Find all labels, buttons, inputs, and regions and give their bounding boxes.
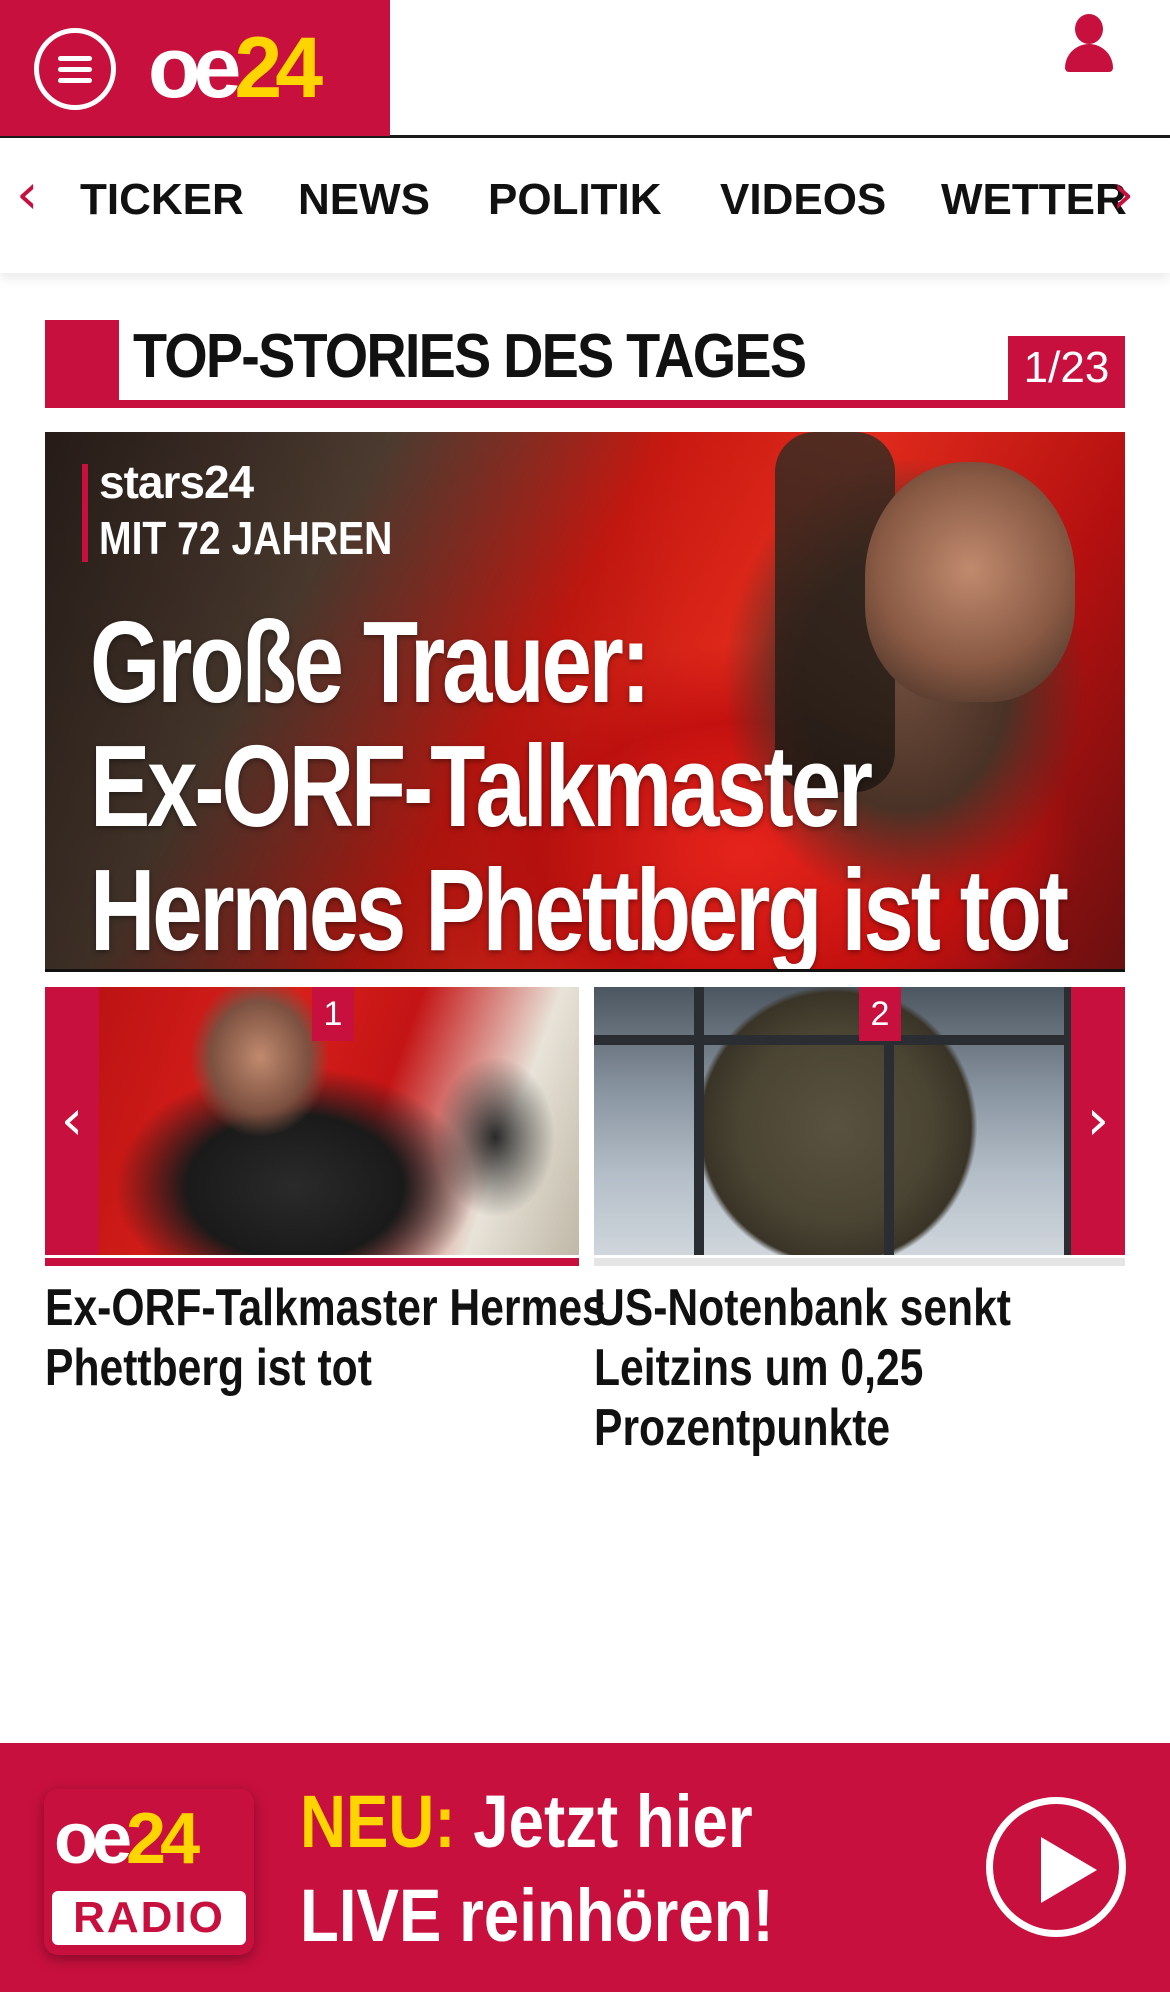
play-icon[interactable]	[986, 1797, 1126, 1937]
radio-logo-oe: oe	[54, 1799, 132, 1879]
oe24-radio-logo: oe24 RADIO	[44, 1789, 254, 1955]
inactive-story-indicator	[594, 1258, 1125, 1266]
hero-headline: Große Trauer: Ex-ORF-Talkmaster Hermes P…	[90, 597, 1069, 972]
brand-block: oe24	[0, 0, 390, 136]
nav-item-news[interactable]: NEWS	[298, 175, 430, 225]
carousel-prev-icon[interactable]: ‹	[45, 987, 99, 1255]
carousel-next-icon[interactable]: ›	[1071, 987, 1125, 1255]
hamburger-menu-icon[interactable]	[34, 28, 116, 110]
story-number-badge: 2	[859, 987, 901, 1041]
radio-logo-label: RADIO	[52, 1891, 246, 1945]
story-number-badge: 1	[312, 987, 354, 1041]
caption-line: Ex-ORF-Talkmaster Hermes	[45, 1279, 606, 1337]
hero-story[interactable]: stars24 MIT 72 JAHREN Große Trauer: Ex-O…	[45, 432, 1125, 972]
hero-headline-line: Ex-ORF-Talkmaster	[90, 721, 873, 851]
active-story-indicator	[45, 1258, 579, 1266]
hero-headline-line: Große Trauer:	[90, 597, 651, 727]
section-underline	[45, 400, 1125, 408]
story-carousel: ‹ › 1 2	[45, 987, 1125, 1267]
radio-new-label: NEU:	[300, 1780, 456, 1863]
hero-headline-line: Hermes Phettberg ist tot	[90, 845, 1069, 972]
hero-kicker: MIT 72 JAHREN	[99, 512, 393, 564]
kicker-accent	[82, 464, 88, 562]
nav-item-ticker[interactable]: TICKER	[80, 175, 244, 225]
category-nav: ‹ TICKER NEWS POLITIK VIDEOS WETTER ›	[0, 139, 1170, 273]
nav-item-wetter[interactable]: WETTER	[941, 175, 1127, 225]
section-heading: TOP-STORIES DES TAGES 1/23	[45, 320, 1125, 408]
hero-image-person	[865, 462, 1075, 702]
story-caption-1[interactable]: Ex-ORF-Talkmaster Hermes Phettberg ist t…	[45, 1278, 606, 1398]
caption-line: US-Notenbank senkt	[594, 1279, 1011, 1337]
site-header: oe24	[0, 0, 1170, 138]
story-caption-2[interactable]: US-Notenbank senkt Leitzins um 0,25 Proz…	[594, 1278, 1011, 1458]
section-title: TOP-STORIES DES TAGES	[133, 322, 807, 391]
radio-promo-text: NEU: Jetzt hier LIVE reinhören!	[300, 1775, 774, 1963]
caption-line: Leitzins um 0,25	[594, 1339, 924, 1397]
radio-line1: Jetzt hier	[455, 1780, 753, 1863]
nav-item-politik[interactable]: POLITIK	[488, 175, 662, 225]
radio-banner[interactable]: oe24 RADIO NEU: Jetzt hier LIVE reinhöre…	[0, 1743, 1170, 1992]
caption-line: Phettberg ist tot	[45, 1339, 372, 1397]
nav-next-icon[interactable]: ›	[1112, 165, 1134, 225]
radio-line2: LIVE reinhören!	[300, 1874, 774, 1957]
radio-logo-24: 24	[126, 1799, 200, 1879]
nav-prev-icon[interactable]: ‹	[16, 165, 38, 225]
oe24-logo[interactable]: oe24	[148, 18, 323, 118]
section-accent	[45, 320, 119, 408]
logo-24-text: 24	[234, 20, 323, 116]
caption-line: Prozentpunkte	[594, 1399, 891, 1457]
nav-item-videos[interactable]: VIDEOS	[720, 175, 886, 225]
hero-brand: stars24	[99, 456, 254, 508]
user-icon[interactable]	[1062, 14, 1116, 74]
logo-oe-text: oe	[148, 20, 241, 116]
story-counter: 1/23	[1008, 336, 1125, 400]
